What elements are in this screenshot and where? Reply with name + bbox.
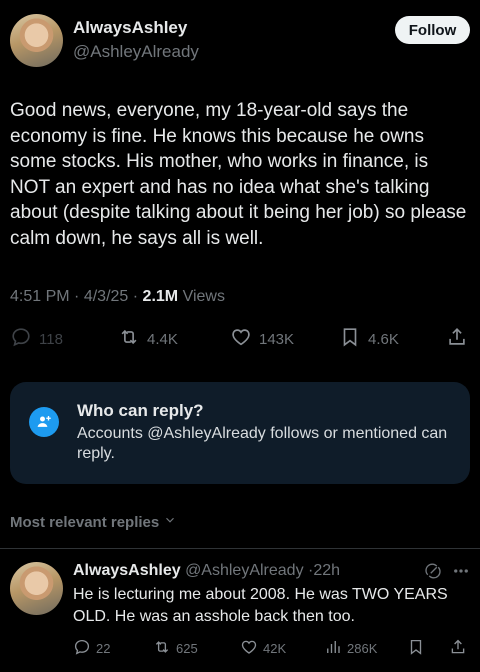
bookmark-count: 4.6K xyxy=(368,330,399,348)
reply-actions: 22 625 42K 286K xyxy=(73,638,468,660)
chevron-down-icon xyxy=(163,513,177,531)
reply-count: 118 xyxy=(39,330,63,348)
share-icon xyxy=(446,326,468,352)
like-count: 143K xyxy=(259,330,295,348)
reply-bubble-icon xyxy=(10,326,32,352)
reply-like-count: 42K xyxy=(263,641,287,656)
replies-sort-dropdown[interactable]: Most relevant replies xyxy=(10,513,177,531)
divider xyxy=(0,548,480,549)
like-action[interactable]: 143K xyxy=(230,326,294,352)
bookmark-action[interactable]: 4.6K xyxy=(339,326,399,352)
reply-reply-action[interactable]: 22 xyxy=(73,638,110,659)
reply-views-action[interactable]: 286K xyxy=(324,638,377,659)
views-count: 2.1M xyxy=(142,288,179,305)
share-action[interactable] xyxy=(446,326,468,352)
reply-like-action[interactable]: 42K xyxy=(240,638,286,659)
tweet-text: Good news, everyone, my 18-year-old says… xyxy=(10,100,467,249)
tweet-meta: 4:51 PM · 4/3/25 · 2.1M Views xyxy=(10,288,225,306)
reply-retweet-count: 625 xyxy=(176,641,198,656)
tweet-time[interactable]: 4:51 PM xyxy=(10,288,70,305)
more-icon[interactable] xyxy=(452,562,470,585)
grok-icon[interactable] xyxy=(424,562,442,585)
who-can-reply-box: Who can reply? Accounts @AshleyAlready f… xyxy=(10,382,470,484)
reply-bookmark-action[interactable] xyxy=(407,638,425,659)
reply-header: AlwaysAshley @AshleyAlready ·22h xyxy=(73,562,340,580)
heart-icon xyxy=(240,638,258,659)
views-label: Views xyxy=(182,288,225,305)
author-avatar[interactable] xyxy=(10,14,63,67)
replies-sort-label: Most relevant replies xyxy=(10,513,160,531)
reply-action[interactable]: 118 xyxy=(10,326,63,352)
reply-author-avatar[interactable] xyxy=(10,562,63,615)
retweet-action[interactable]: 4.4K xyxy=(118,326,178,352)
reply-text: He is lecturing me about 2008. He was TW… xyxy=(73,586,448,625)
reply-retweet-action[interactable]: 625 xyxy=(153,638,198,659)
meta-separator: · xyxy=(74,288,84,305)
tweet-date[interactable]: 4/3/25 xyxy=(84,288,128,305)
reply-views-count: 286K xyxy=(347,641,378,656)
reply-age[interactable]: 22h xyxy=(313,562,340,579)
heart-icon xyxy=(230,326,252,352)
views-bar-icon xyxy=(324,638,342,659)
bookmark-icon xyxy=(407,638,425,659)
reply-author-handle[interactable]: @AshleyAlready xyxy=(185,562,304,579)
tweet-actions: 118 4.4K 143K 4.6K xyxy=(10,326,470,352)
share-icon xyxy=(449,638,467,659)
reply-bubble-icon xyxy=(73,638,91,659)
reply-share-action[interactable] xyxy=(449,638,467,659)
who-can-reply-description: Accounts @AshleyAlready follows or menti… xyxy=(77,425,448,462)
bookmark-icon xyxy=(339,326,361,352)
author-handle[interactable]: @AshleyAlready xyxy=(73,42,199,62)
retweet-count: 4.4K xyxy=(147,330,178,348)
reply-reply-count: 22 xyxy=(96,641,111,656)
reply-author-name[interactable]: AlwaysAshley xyxy=(73,562,181,579)
tweet-header: AlwaysAshley @AshleyAlready Follow xyxy=(10,14,470,68)
retweet-icon xyxy=(118,326,140,352)
who-can-reply-title: Who can reply? xyxy=(77,401,204,420)
follow-button[interactable]: Follow xyxy=(395,16,470,44)
mention-user-icon xyxy=(29,407,59,437)
meta-separator: · xyxy=(132,288,143,305)
retweet-icon xyxy=(153,638,171,659)
author-name[interactable]: AlwaysAshley xyxy=(73,18,187,38)
reply-top-icons xyxy=(424,562,470,585)
